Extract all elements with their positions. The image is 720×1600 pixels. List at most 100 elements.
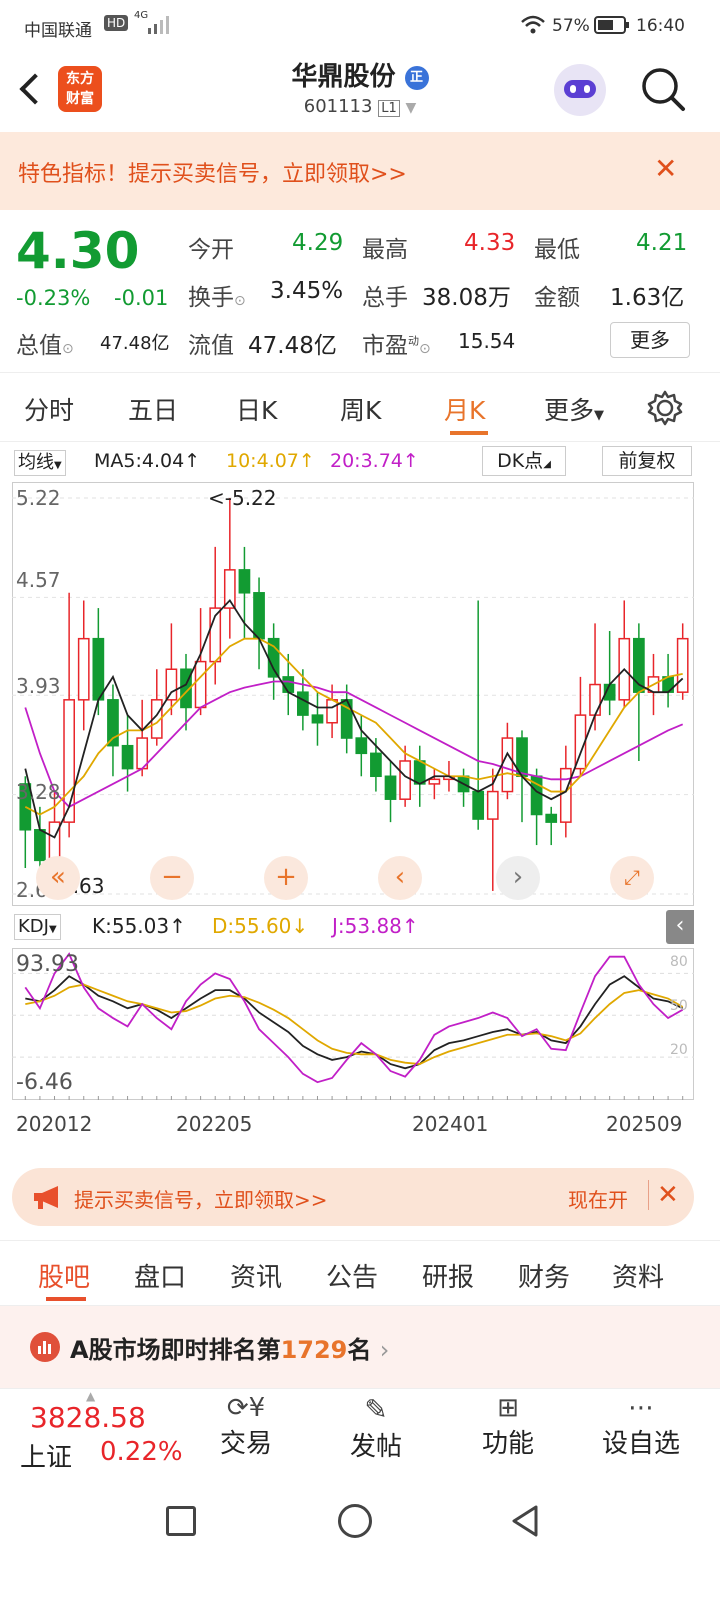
kdj-j-line bbox=[24, 952, 684, 1084]
battery-icon bbox=[594, 16, 629, 34]
signal-promo-text: 提示买卖信号，立即领取>> bbox=[74, 1188, 328, 1212]
candlestick-chart[interactable] bbox=[12, 482, 694, 906]
candle-up bbox=[676, 637, 689, 693]
indicator-selector[interactable]: KDJ▼ bbox=[14, 914, 61, 940]
kdj-tick-80: 80 bbox=[670, 954, 688, 970]
functions-button[interactable]: ⊞ 功能 bbox=[478, 1393, 538, 1460]
kdj-chart[interactable] bbox=[12, 948, 694, 1100]
stock-header: 东方 财富 华鼎股份 正 601113 L1 ▼ bbox=[0, 52, 720, 132]
j-value-label: J:53.88↑ bbox=[332, 914, 419, 938]
index-change: 0.22% bbox=[100, 1437, 183, 1467]
adjust-button[interactable]: 前复权 bbox=[602, 446, 692, 476]
info-icon: ⊙ bbox=[62, 341, 74, 357]
wifi-icon bbox=[521, 15, 545, 34]
kdj-y-max: 93.93 bbox=[16, 952, 79, 977]
promo-banner[interactable]: 特色指标！提示买卖信号，立即领取>> ✕ bbox=[0, 132, 720, 210]
candle-down bbox=[355, 737, 368, 755]
candle-down bbox=[370, 752, 382, 778]
trade-button[interactable]: ⟳¥ 交易 bbox=[216, 1393, 276, 1460]
candle-up bbox=[194, 660, 207, 709]
back-icon[interactable] bbox=[508, 1504, 542, 1538]
turnover-label: 换手⊙ bbox=[188, 285, 246, 311]
home-icon[interactable] bbox=[338, 1504, 372, 1538]
candle-down bbox=[34, 829, 46, 862]
high-value: 4.33 bbox=[464, 230, 516, 256]
period-tabs: 分时 五日 日K 周K 月K 更多▼ bbox=[0, 372, 720, 442]
add-watchlist-button[interactable]: ⋯ 设自选 bbox=[596, 1393, 686, 1460]
info-icon: ⊙ bbox=[419, 341, 431, 357]
candle-up bbox=[326, 699, 338, 724]
close-icon[interactable]: ✕ bbox=[654, 152, 677, 185]
market-rank-card[interactable]: A股市场即时排名第1729名 › bbox=[0, 1306, 720, 1388]
zoom-out-icon[interactable]: − bbox=[150, 856, 194, 900]
candle-up bbox=[428, 778, 441, 785]
tab-news[interactable]: 资讯 bbox=[230, 1257, 282, 1294]
verified-badge: 正 bbox=[404, 65, 429, 90]
candle-up bbox=[77, 637, 90, 701]
y-tick: 3.93 bbox=[16, 674, 61, 698]
active-subtab-indicator bbox=[46, 1297, 86, 1301]
tab-week-k[interactable]: 周K bbox=[340, 391, 381, 427]
tab-order-book[interactable]: 盘口 bbox=[134, 1257, 186, 1294]
system-nav-bar bbox=[0, 1478, 720, 1600]
high-label: 最高 bbox=[362, 237, 408, 263]
rank-chart-icon bbox=[30, 1332, 60, 1362]
open-value: 4.29 bbox=[292, 230, 344, 256]
robot-avatar-icon[interactable] bbox=[554, 64, 606, 116]
candle-up bbox=[399, 760, 411, 800]
tab-more[interactable]: 更多▼ bbox=[544, 391, 604, 427]
close-icon[interactable]: ✕ bbox=[648, 1180, 679, 1210]
scroll-left-icon[interactable]: « bbox=[36, 856, 80, 900]
tab-profile[interactable]: 资料 bbox=[612, 1257, 664, 1294]
level-badge: L1 bbox=[378, 100, 400, 117]
tab-announcements[interactable]: 公告 bbox=[326, 1257, 378, 1294]
change-value: -0.01 bbox=[114, 286, 169, 310]
dropdown-caret-icon: ▼ bbox=[594, 408, 605, 423]
dk-point-button[interactable]: DK点◢ bbox=[482, 446, 566, 476]
recent-apps-icon[interactable] bbox=[166, 1506, 196, 1536]
carrier-label: 中国联通 bbox=[24, 21, 92, 41]
x-label: 202012 bbox=[16, 1112, 93, 1136]
index-value[interactable]: 3828.58 bbox=[30, 1401, 146, 1434]
ma10-label: 10:4.07↑ bbox=[226, 450, 315, 472]
low-value: 4.21 bbox=[636, 230, 688, 256]
tab-month-k[interactable]: 月K bbox=[444, 391, 485, 427]
info-icon: ⊙ bbox=[234, 293, 246, 309]
battery-percent: 57% bbox=[552, 16, 590, 36]
candle-up bbox=[501, 737, 514, 793]
tab-financials[interactable]: 财务 bbox=[518, 1257, 570, 1294]
candle-down bbox=[311, 714, 324, 724]
open-now-text[interactable]: 现在开 bbox=[568, 1184, 628, 1213]
ma-selector[interactable]: 均线▼ bbox=[14, 450, 66, 476]
more-button[interactable]: 更多 bbox=[610, 322, 690, 358]
tab-five-day[interactable]: 五日 bbox=[128, 391, 178, 427]
tab-research[interactable]: 研报 bbox=[422, 1257, 474, 1294]
prev-icon[interactable]: ‹ bbox=[378, 856, 422, 900]
search-icon[interactable] bbox=[640, 66, 686, 112]
amount-label: 金额 bbox=[534, 285, 580, 311]
kdj-frame bbox=[12, 948, 694, 1100]
tab-intraday[interactable]: 分时 bbox=[24, 391, 74, 427]
fullscreen-icon[interactable]: ⤢ bbox=[610, 856, 654, 900]
dropdown-caret-icon: ▼ bbox=[48, 924, 57, 935]
candle-down bbox=[384, 775, 397, 800]
signal-promo-banner[interactable]: 提示买卖信号，立即领取>> 现在开 ✕ bbox=[12, 1168, 694, 1226]
rank-text: A股市场即时排名第1729名 › bbox=[70, 1336, 390, 1364]
mktcap-label: 总值⊙ bbox=[16, 333, 74, 359]
clock: 16:40 bbox=[636, 16, 685, 36]
candle-up bbox=[589, 683, 601, 716]
active-tab-indicator bbox=[450, 431, 488, 435]
zoom-in-icon[interactable]: + bbox=[264, 856, 308, 900]
candle-up bbox=[559, 767, 572, 823]
settings-gear-icon[interactable] bbox=[646, 389, 684, 427]
tab-day-k[interactable]: 日K bbox=[236, 391, 277, 427]
volume-label: 总手 bbox=[362, 285, 408, 311]
x-label: 202401 bbox=[412, 1112, 489, 1136]
candle-up bbox=[486, 790, 499, 820]
next-icon[interactable]: › bbox=[496, 856, 540, 900]
collapse-panel-icon[interactable]: ‹ bbox=[666, 910, 694, 944]
promo-text: 特色指标！提示买卖信号，立即领取>> bbox=[18, 162, 407, 187]
stock-code[interactable]: 601113 L1 ▼ bbox=[0, 96, 720, 117]
tab-forum[interactable]: 股吧 bbox=[38, 1257, 90, 1294]
post-button[interactable]: ✎ 发帖 bbox=[346, 1393, 406, 1463]
